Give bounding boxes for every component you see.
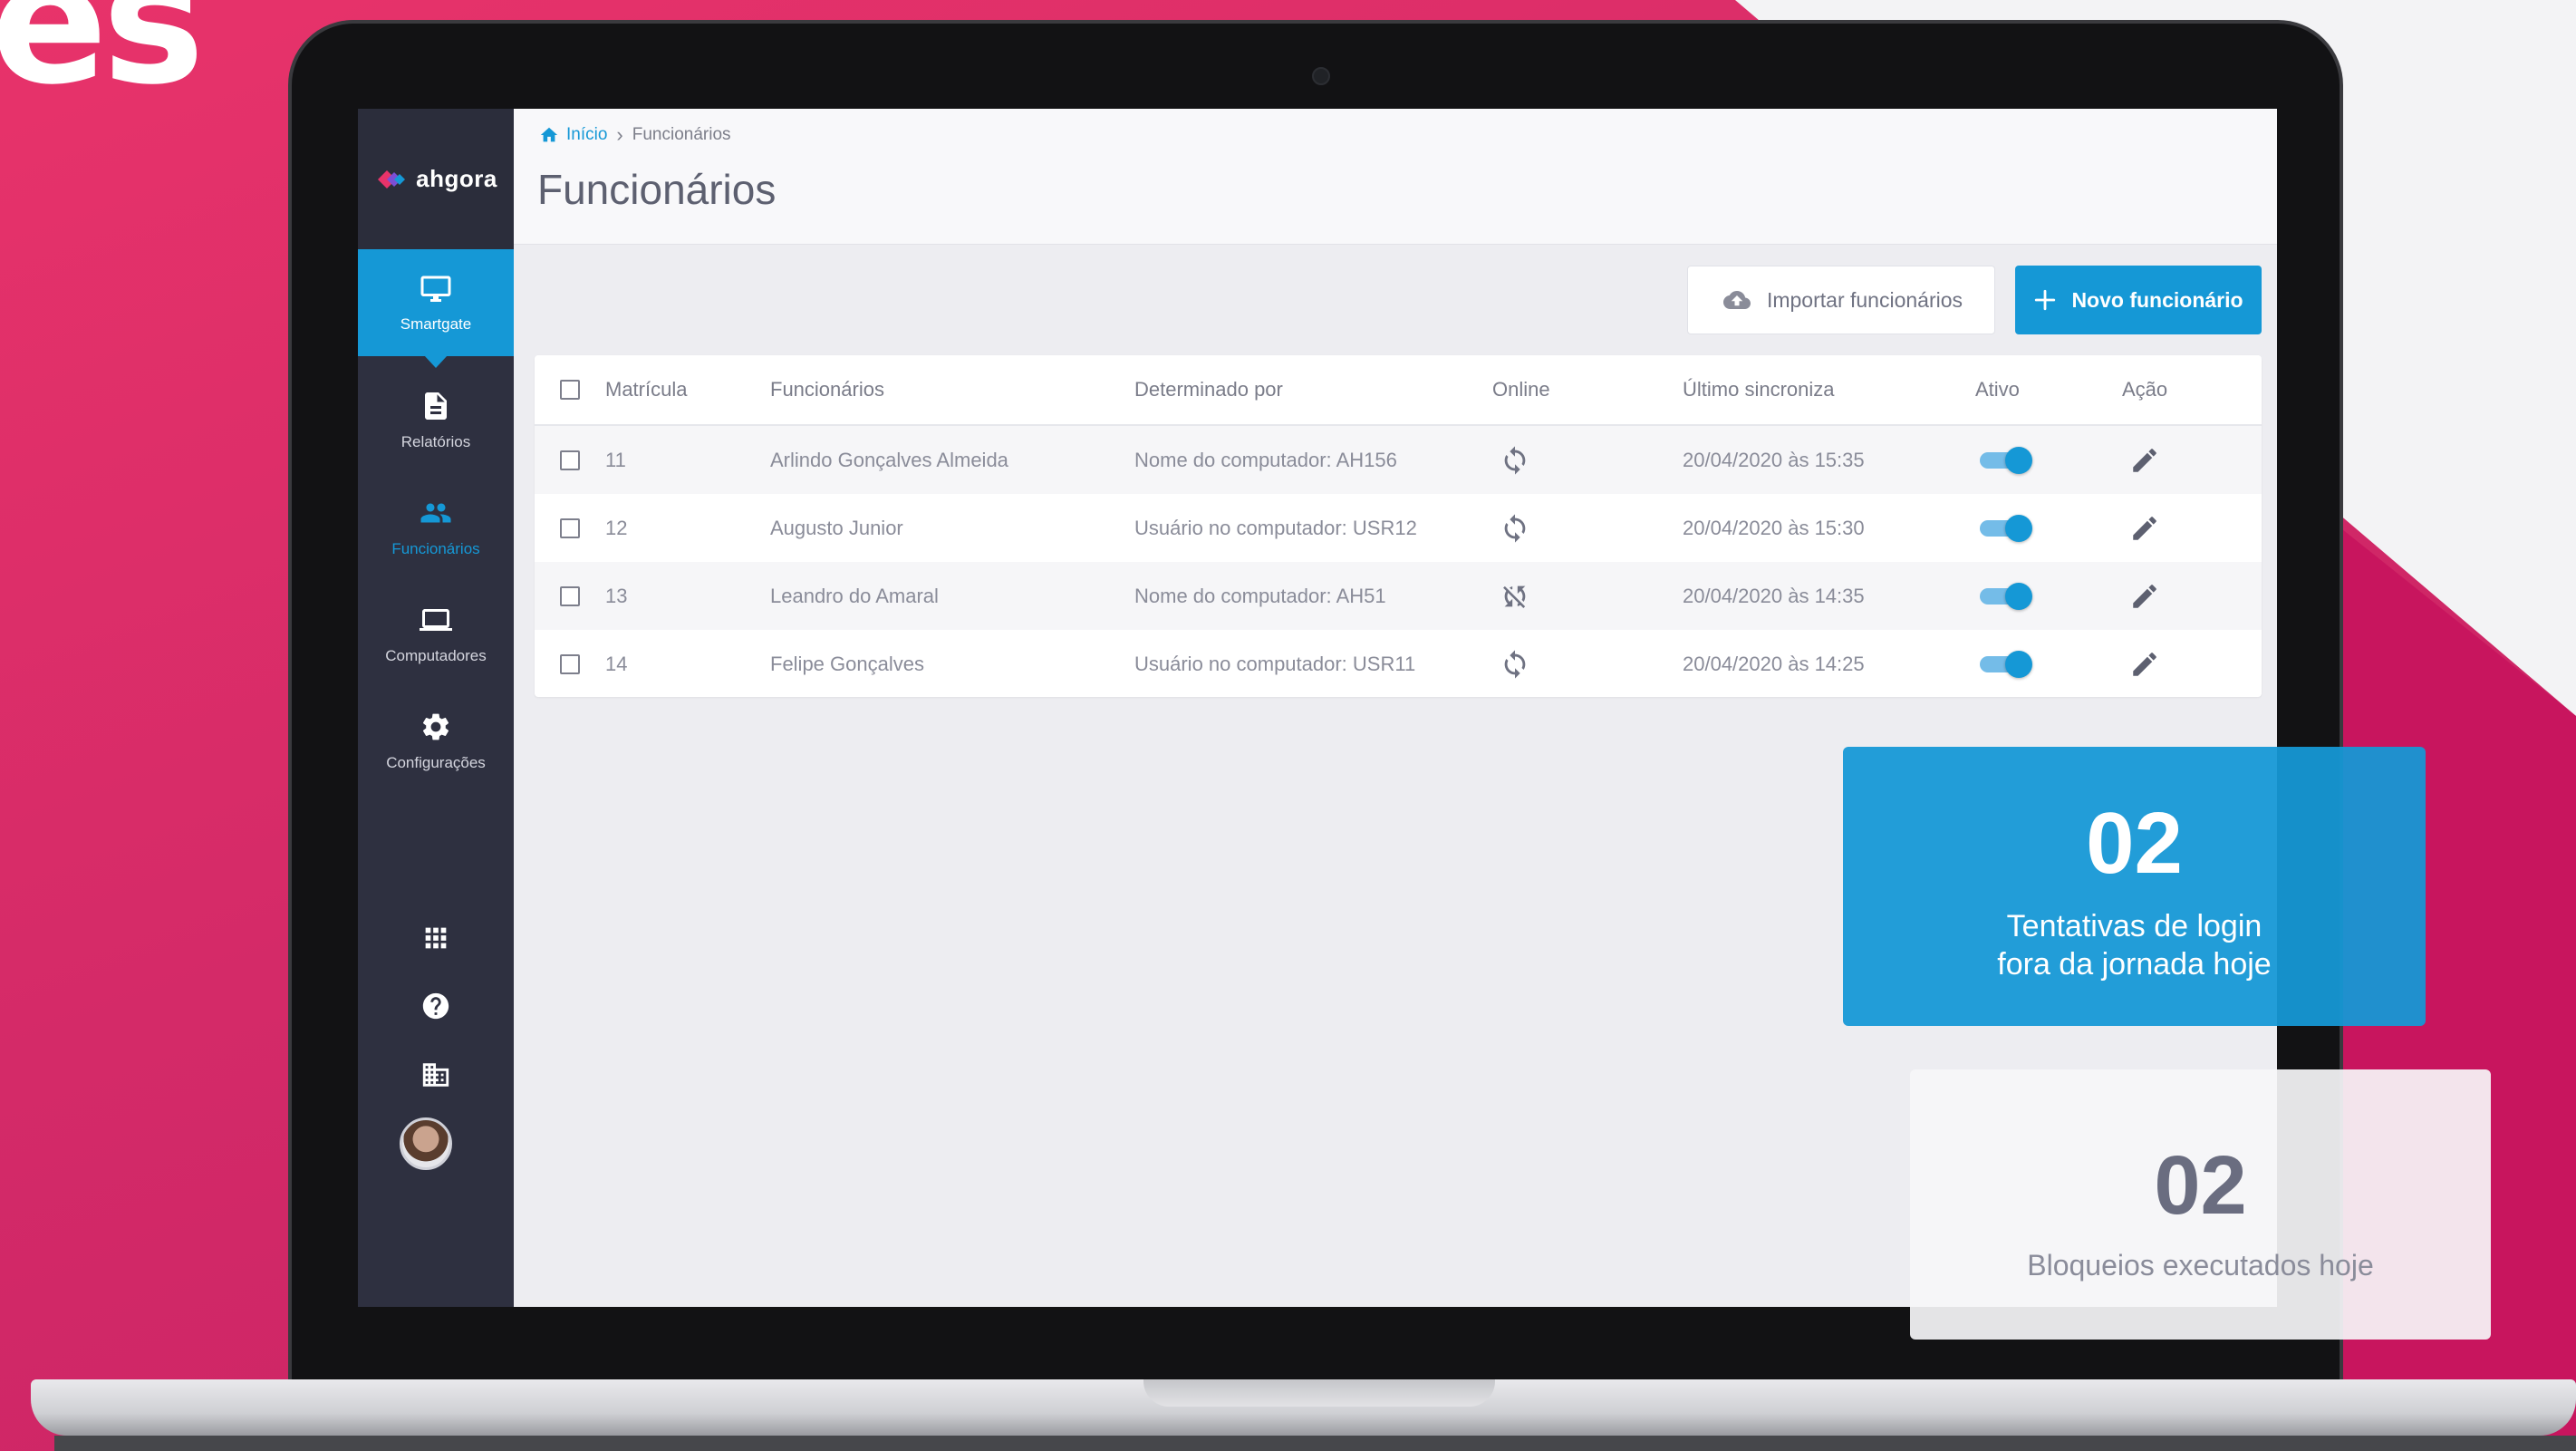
row-last-sync: 20/04/2020 às 14:25 [1683,652,1865,675]
blocks-value: 02 [2154,1138,2247,1232]
home-icon [540,127,558,142]
headline-fragment: es [0,0,205,122]
row-employee-name: Leandro do Amaral [770,584,939,607]
sidebar: ahgora Smartgate Relatórios Funcionários [358,109,514,1307]
sidebar-item-label: Relatórios [400,433,471,450]
column-header-online[interactable]: Online [1492,355,1550,424]
sync-icon [1504,445,1526,475]
apps-grid-button[interactable] [418,920,454,956]
row-matricula: 14 [605,652,628,675]
table-row[interactable]: 14 Felipe Gonçalves Usuário no computado… [535,630,2262,698]
building-icon [422,1063,449,1087]
sidebar-item-funcionarios[interactable]: Funcionários [358,474,514,581]
table-header: Matrícula Funcionários Determinado por O… [535,355,2262,426]
row-employee-name: Arlindo Gonçalves Almeida [770,448,1008,471]
edit-pencil-icon[interactable] [2129,649,2160,680]
sidebar-item-computadores[interactable]: Computadores [358,581,514,688]
laptop-notch [1143,1379,1495,1407]
row-employee-name: Augusto Junior [770,516,903,539]
column-header-determinado-por[interactable]: Determinado por [1134,355,1283,424]
active-toggle[interactable] [1980,650,2032,678]
page-header: Início › Funcionários Funcionários [514,109,2277,245]
row-determined-by: Usuário no computador: USR11 [1134,652,1416,675]
column-header-acao: Ação [2122,378,2168,401]
breadcrumb-chevron-icon: › [616,123,623,146]
gear-icon [422,713,449,740]
sidebar-item-label: Funcionários [391,540,480,557]
sync-off-icon [1503,585,1526,608]
sidebar-item-configuracoes[interactable]: Configurações [358,688,514,795]
brand-logo[interactable]: ahgora [358,109,514,249]
select-all-cell [560,355,580,424]
column-header-ultimo-sincroniza[interactable]: Último sincroniza [1683,355,1835,424]
edit-pencil-icon[interactable] [2129,581,2160,612]
help-icon [422,992,449,1020]
sidebar-item-label: Smartgate [400,315,472,333]
sidebar-item-label: Configurações [386,754,486,771]
select-all-checkbox[interactable] [560,380,580,400]
row-last-sync: 20/04/2020 às 14:35 [1683,584,1865,607]
table-row[interactable]: 11 Arlindo Gonçalves Almeida Nome do com… [535,426,2262,494]
row-checkbox[interactable] [560,518,580,538]
import-employees-button[interactable]: Importar funcionários [1687,266,1995,334]
monitor-icon [420,276,451,302]
edit-pencil-icon[interactable] [2129,513,2160,544]
login-attempts-value: 02 [2086,794,2183,892]
sync-icon [1504,513,1526,543]
row-determined-by: Nome do computador: AH156 [1134,448,1397,471]
sidebar-item-label: Computadores [385,647,487,664]
table-row[interactable]: 13 Leandro do Amaral Nome do computador:… [535,562,2262,630]
row-checkbox[interactable] [560,585,580,606]
blocks-card: 02 Bloqueios executados hoje [1910,1069,2491,1340]
row-determined-by: Usuário no computador: USR12 [1134,516,1417,539]
help-button[interactable] [418,988,454,1024]
sync-icon [1504,649,1526,679]
apps-grid-icon [425,927,447,949]
blocks-label: Bloqueios executados hoje [2027,1248,2374,1282]
new-employee-label: Novo funcionário [2071,287,2243,312]
active-toggle[interactable] [1980,582,2032,610]
active-toggle[interactable] [1980,514,2032,542]
sidebar-item-smartgate[interactable]: Smartgate [358,249,514,368]
row-determined-by: Nome do computador: AH51 [1134,584,1386,607]
employees-table: Matrícula Funcionários Determinado por O… [535,355,2262,697]
row-matricula: 11 [605,448,626,471]
row-last-sync: 20/04/2020 às 15:35 [1683,448,1865,471]
import-employees-label: Importar funcionários [1766,287,1963,312]
breadcrumb-current: Funcionários [632,125,731,144]
row-matricula: 12 [605,516,628,539]
active-toggle[interactable] [1980,446,2032,474]
row-employee-name: Felipe Gonçalves [770,652,924,675]
avatar[interactable] [400,1117,452,1170]
laptop-foot [54,1436,2576,1451]
breadcrumb-home-label: Início [566,125,608,144]
breadcrumb-home-link[interactable]: Início [539,125,607,145]
page-title: Funcionários [537,166,777,213]
company-button[interactable] [418,1057,454,1093]
row-last-sync: 20/04/2020 às 15:30 [1683,516,1865,539]
row-checkbox[interactable] [560,450,580,470]
plus-icon [2035,289,2056,311]
laptop-icon [420,609,452,631]
column-header-ativo[interactable]: Ativo [1975,355,2020,424]
row-matricula: 13 [605,584,628,607]
document-icon [425,392,447,420]
edit-pencil-icon[interactable] [2129,445,2160,476]
sidebar-item-relatorios[interactable]: Relatórios [358,367,514,474]
laptop-camera [1312,67,1330,85]
table-row[interactable]: 12 Augusto Junior Usuário no computador:… [535,494,2262,562]
breadcrumb: Início › Funcionários [539,123,731,147]
login-attempts-card: 02 Tentativas de login fora da jornada h… [1843,747,2426,1026]
ahgora-logo-icon [378,169,406,189]
column-header-matricula[interactable]: Matrícula [605,355,687,424]
cloud-upload-icon [1722,291,1751,309]
row-checkbox[interactable] [560,653,580,674]
column-header-funcionarios[interactable]: Funcionários [770,355,884,424]
login-attempts-label: Tentativas de login fora da jornada hoje [1997,908,2272,982]
new-employee-button[interactable]: Novo funcionário [2015,266,2262,334]
brand-name: ahgora [416,165,497,192]
people-icon [420,503,451,523]
